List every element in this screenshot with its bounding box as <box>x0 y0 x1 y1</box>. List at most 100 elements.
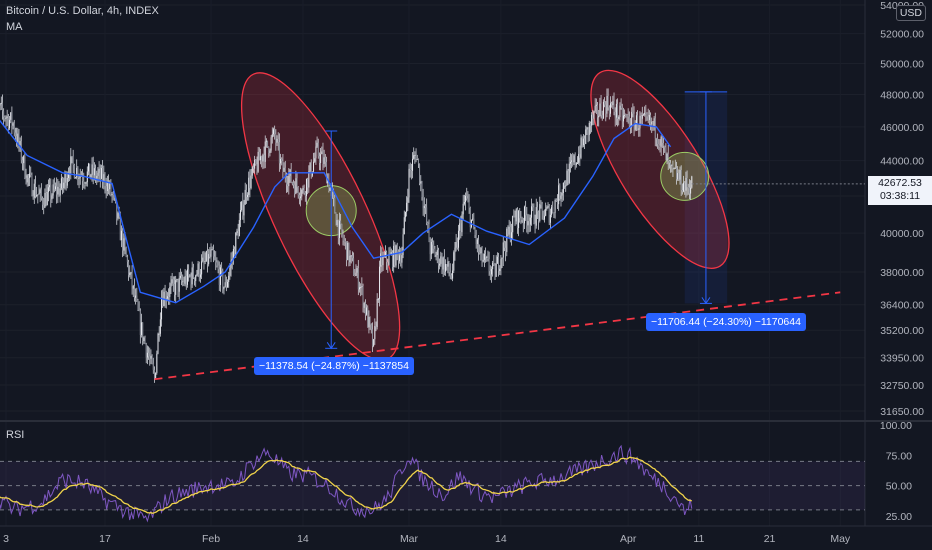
candle-body <box>304 193 306 197</box>
symbol-title[interactable]: Bitcoin / U.S. Dollar, 4h, INDEX <box>6 5 159 17</box>
candle-body <box>541 204 543 211</box>
candle-body <box>192 267 194 278</box>
rsi-indicator-label[interactable]: RSI <box>6 429 24 441</box>
candle-body <box>33 183 35 198</box>
time-tick-label: 14 <box>495 533 507 545</box>
candle-body <box>54 186 56 190</box>
candle-body <box>194 277 196 282</box>
candle-body <box>532 206 534 208</box>
candle-body <box>401 255 403 263</box>
candle-body <box>585 129 587 144</box>
candle-body <box>96 175 98 179</box>
candle-body <box>588 122 590 135</box>
candle-body <box>111 194 113 196</box>
candle-body <box>526 215 528 226</box>
candle-body <box>340 220 342 225</box>
price-tick-label: 46000.00 <box>880 122 924 134</box>
candle-body <box>337 220 339 238</box>
candle-body <box>412 158 414 171</box>
candle-body <box>414 154 416 156</box>
candle-body <box>644 112 646 115</box>
candle-body <box>176 279 178 281</box>
candle-body <box>135 295 137 298</box>
candle-body <box>278 142 280 164</box>
candle-body <box>276 138 278 143</box>
price-tick-label: 32750.00 <box>880 380 924 392</box>
candle-body <box>174 283 176 295</box>
candle-body <box>602 101 604 119</box>
measure-label-1: −11378.54 (−24.87%) −1137854 <box>254 357 414 375</box>
candle-body <box>463 202 465 204</box>
ma-indicator-label[interactable]: MA <box>6 21 23 33</box>
candle-body <box>625 115 627 117</box>
candle-body <box>256 164 258 172</box>
candle-body <box>237 230 239 237</box>
candle-body <box>235 233 237 256</box>
panes <box>0 0 932 527</box>
candle-body <box>248 177 250 195</box>
candle-body <box>250 175 252 189</box>
price-tick-label: 31650.00 <box>880 406 924 418</box>
candle-body <box>619 105 621 118</box>
candle-body <box>97 172 99 176</box>
candle-body <box>620 105 622 109</box>
candle-body <box>376 299 378 328</box>
candle-body <box>500 259 502 269</box>
candle-body <box>475 235 477 244</box>
candle-body <box>84 183 86 185</box>
candle-body <box>505 247 507 253</box>
candle-body <box>515 209 517 222</box>
candle-body <box>274 129 276 135</box>
candle-body <box>496 256 498 264</box>
candle-body <box>27 175 29 178</box>
candle-body <box>157 333 159 354</box>
candle-body <box>624 115 626 117</box>
candle-body <box>291 182 293 184</box>
candle-body <box>242 201 244 216</box>
rsi-tick-label: 100.00 <box>880 420 912 432</box>
candle-body <box>422 197 424 209</box>
currency-button[interactable]: USD <box>895 5 926 21</box>
candle-body <box>183 281 185 284</box>
candle-body <box>129 272 131 276</box>
candle-body <box>257 151 259 172</box>
chart-canvas[interactable]: 100.0075.0050.0025.00 54000.0052000.0050… <box>0 0 932 550</box>
candle-body <box>366 307 368 315</box>
candle-body <box>62 178 64 189</box>
candle-body <box>156 353 158 373</box>
candle-body <box>350 255 352 257</box>
candle-body <box>424 205 426 208</box>
candle-body <box>516 209 518 229</box>
candle-body <box>493 262 495 265</box>
candle-body <box>611 103 613 106</box>
candle-body <box>9 119 11 129</box>
time-tick-label: 3 <box>3 533 9 545</box>
candle-body <box>478 239 480 253</box>
candle-body <box>223 286 225 290</box>
time-tick-label: 21 <box>764 533 776 545</box>
candle-body <box>472 218 474 220</box>
candle-body <box>241 201 243 211</box>
rsi-tick-label: 50.00 <box>886 481 912 493</box>
candle-body <box>228 275 230 282</box>
candle-body <box>492 262 494 270</box>
candle-body <box>87 163 89 172</box>
candle-body <box>184 276 186 284</box>
candle-body <box>243 204 245 216</box>
candle-body <box>168 296 170 298</box>
candle-body <box>387 262 389 265</box>
candle-body <box>567 170 569 183</box>
candle-body <box>534 223 536 226</box>
candle-body <box>191 267 193 285</box>
candle-body <box>280 158 282 164</box>
candle-body <box>3 111 5 117</box>
candle-body <box>435 255 437 257</box>
candle-body <box>45 192 47 206</box>
candle-body <box>287 184 289 187</box>
time-tick-label: Feb <box>202 533 220 545</box>
candle-body <box>30 173 32 175</box>
candle-body <box>494 264 496 277</box>
candle-body <box>316 142 318 147</box>
candle-body <box>528 221 530 225</box>
candle-body <box>618 117 620 119</box>
